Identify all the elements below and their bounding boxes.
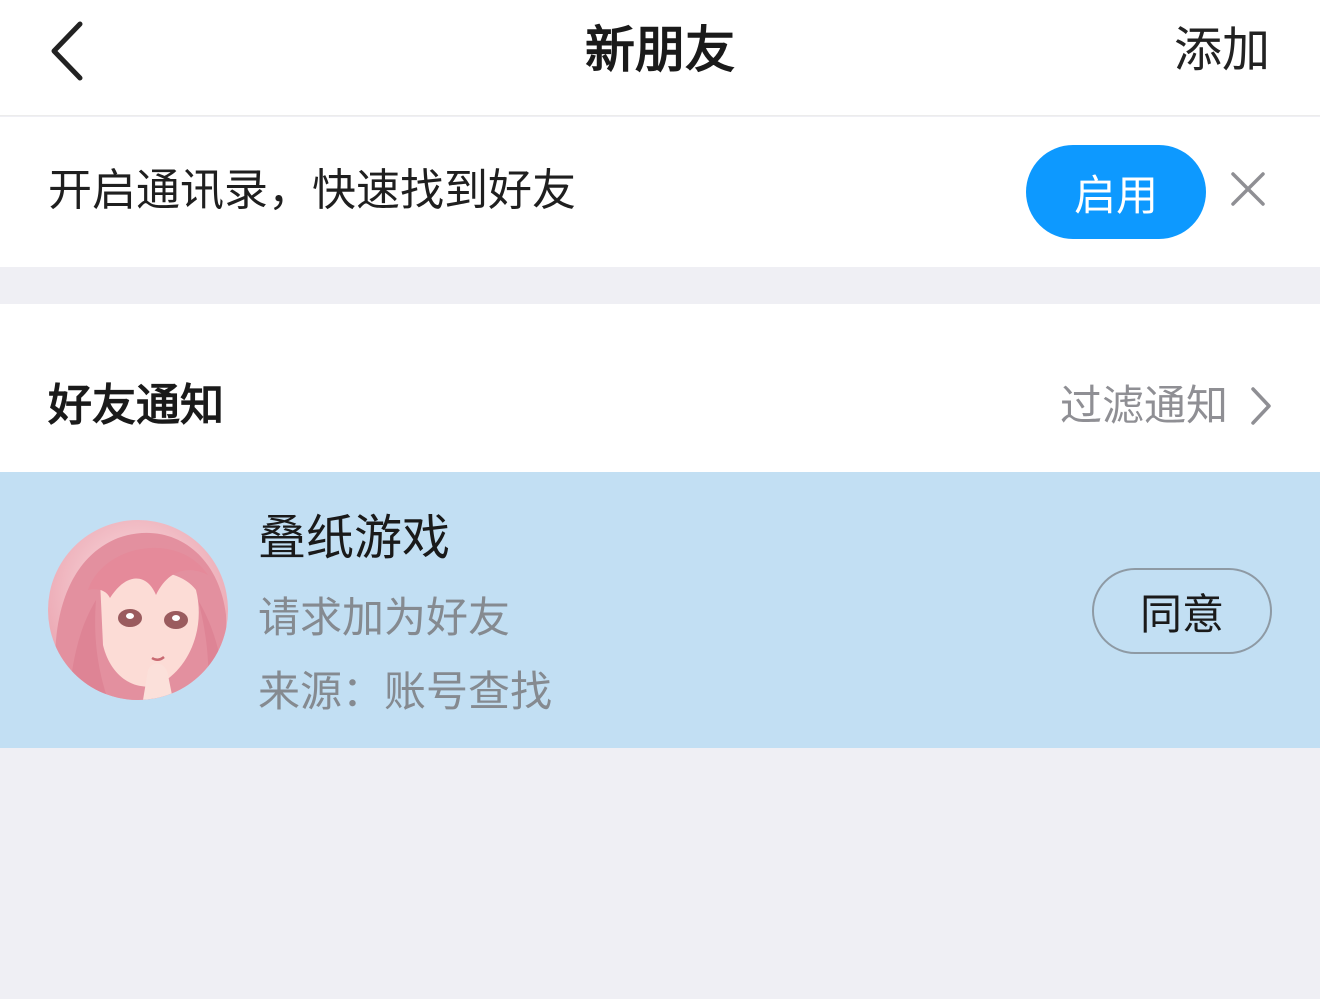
page-title: 新朋友	[585, 21, 735, 79]
section-title: 好友通知	[48, 380, 224, 431]
contacts-banner: 开启通讯录，快速找到好友 启用	[0, 117, 1320, 267]
close-icon	[1231, 172, 1265, 206]
add-button[interactable]: 添加	[1174, 18, 1270, 82]
chevron-right-icon	[1250, 386, 1272, 426]
friend-notifications-header: 好友通知 过滤通知	[0, 304, 1320, 472]
filter-notifications-label: 过滤通知	[1059, 381, 1228, 430]
enable-contacts-button[interactable]: 启用	[1026, 145, 1206, 239]
contacts-banner-text: 开启通讯录，快速找到好友	[48, 165, 576, 216]
agree-button[interactable]: 同意	[1092, 568, 1272, 654]
nav-bar: 新朋友 添加	[0, 0, 1320, 116]
friend-request-item[interactable]: 叠纸游戏 请求加为好友 来源：账号查找 同意	[0, 472, 1320, 748]
request-message: 请求加为好友	[258, 593, 511, 642]
request-source: 来源：账号查找	[258, 667, 553, 716]
close-banner-button[interactable]	[1222, 163, 1274, 215]
new-friends-page: 新朋友 添加 开启通讯录，快速找到好友 启用 好友通知 过滤通知 叠纸游戏 请求…	[0, 0, 1320, 999]
avatar[interactable]	[48, 520, 228, 700]
filter-notifications-link[interactable]: 过滤通知	[1060, 374, 1272, 438]
request-name: 叠纸游戏	[258, 510, 451, 566]
